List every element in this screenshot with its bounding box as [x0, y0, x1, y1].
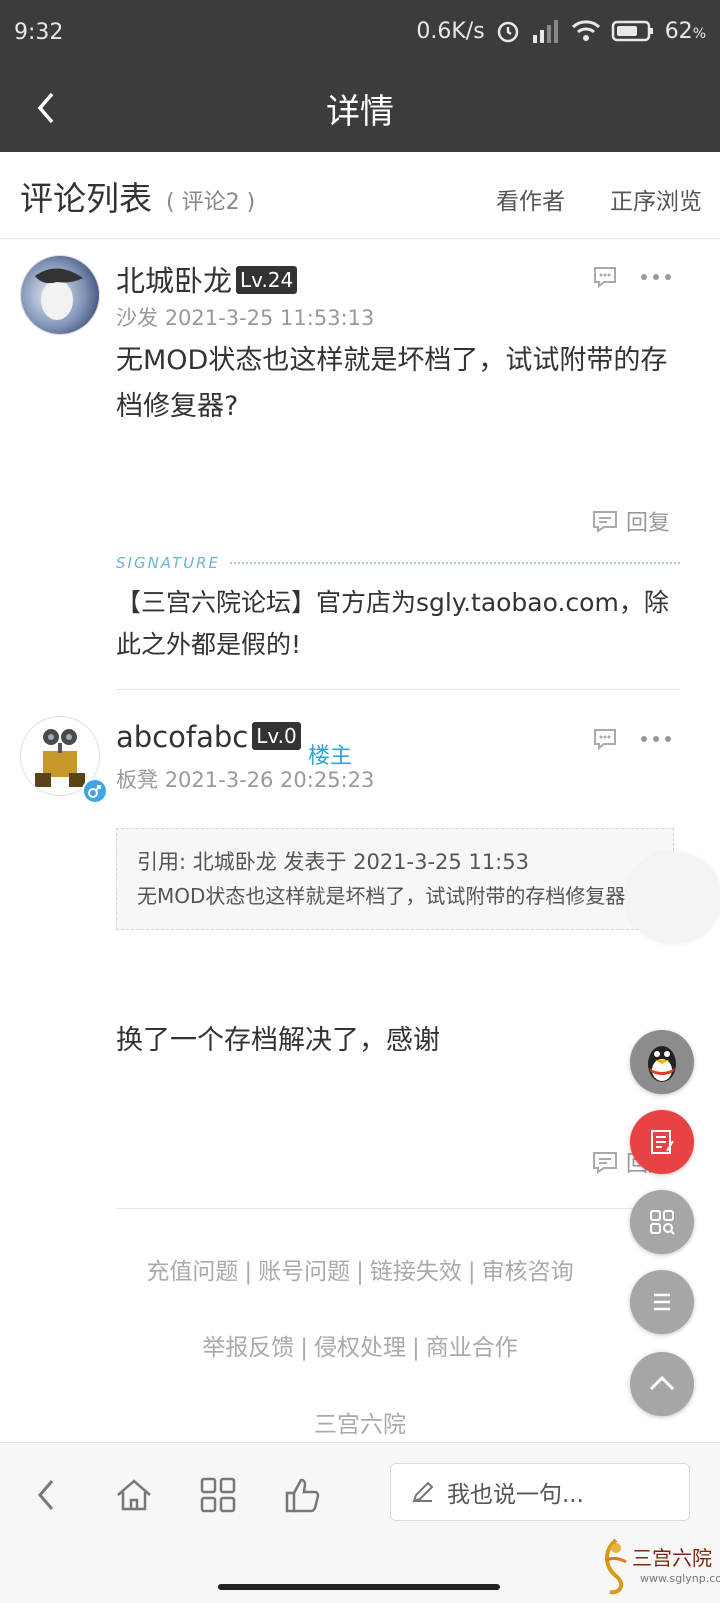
signal-icon	[532, 20, 558, 43]
thumbs-up-icon[interactable]	[282, 1475, 322, 1515]
alarm-icon	[497, 21, 518, 43]
watermark-name: 三宫六院	[632, 1546, 712, 1570]
network-speed: 0.6K/s	[416, 18, 485, 44]
post-meta: 沙发 2021-3-25 11:53:13	[116, 302, 374, 332]
scroll-top-button[interactable]	[630, 1352, 694, 1416]
page-title: 详情	[326, 92, 394, 132]
battery-level: 62	[664, 18, 693, 44]
divider	[116, 1208, 680, 1209]
username-text: abcofabc	[116, 720, 249, 754]
status-time: 9:32	[14, 20, 64, 45]
signature-label: SIGNATURE	[116, 554, 680, 572]
watermark-logo	[605, 1538, 627, 1595]
footer-link[interactable]: 举报反馈	[202, 1335, 294, 1361]
signature: SIGNATURE 【三宫六院论坛】官方店为sgly.taobao.com，除此…	[116, 554, 680, 666]
comment-list-title: 评论列表	[20, 179, 152, 218]
footer-links-row-2: 举报反馈 | 侵权处理 | 商业合作	[202, 1335, 518, 1361]
post-time: 2021-3-26 20:25:23	[164, 768, 375, 792]
menu-button[interactable]	[630, 1270, 694, 1334]
post-meta: 板凳 2021-3-26 20:25:23	[116, 764, 374, 794]
post-content: 无MOD状态也这样就是坏档了，试试附带的存档修复器?	[116, 345, 668, 422]
home-indicator[interactable]	[218, 1584, 500, 1590]
chevron-up-icon	[649, 1375, 675, 1391]
qq-button[interactable]	[630, 1030, 694, 1094]
divider	[116, 689, 680, 690]
post-content: 换了一个存档解决了，感谢	[116, 1025, 440, 1056]
floating-handle[interactable]	[626, 852, 720, 944]
floor-label: 沙发	[116, 306, 158, 330]
footer-links-row-1: 充值问题 | 账号问题 | 链接失效 | 审核咨询	[146, 1259, 574, 1285]
write-post-button[interactable]	[630, 1110, 694, 1174]
footer-link[interactable]: 充值问题	[146, 1259, 238, 1285]
footer-link[interactable]: 商业合作	[426, 1335, 518, 1361]
reply-icon	[592, 511, 617, 533]
status-bar: 9:32 0.6K/s 62%	[0, 0, 720, 64]
reply-icon	[592, 1152, 617, 1174]
footer-link[interactable]: 链接失效	[370, 1259, 462, 1285]
post-time: 2021-3-25 11:53:13	[164, 306, 375, 330]
reply-button[interactable]: 回复	[592, 505, 670, 537]
site-watermark: 三宫六院 www.sglynp.com	[596, 1536, 720, 1596]
footer-link[interactable]: 侵权处理	[314, 1335, 406, 1361]
quote-block: 引用: 北城卧龙 发表于 2021-3-25 11:53 无MOD状态也这样就是…	[116, 828, 674, 930]
comment-input[interactable]: 我也说一句...	[390, 1463, 690, 1521]
order-button[interactable]: 正序浏览	[610, 182, 702, 216]
more-icon[interactable]	[640, 734, 672, 744]
quote-text: 无MOD状态也这样就是坏档了，试试附带的存档修复器?	[137, 884, 637, 908]
watermark-url: www.sglynp.com	[640, 1572, 720, 1585]
status-icons: 0.6K/s 62%	[416, 18, 706, 44]
signature-text: 【三宫六院论坛】官方店为sgly.taobao.com，除此之外都是假的!	[116, 588, 669, 659]
username[interactable]: 北城卧龙 Lv.24	[116, 258, 298, 300]
username[interactable]: abcofabc Lv.0	[116, 720, 301, 754]
home-icon[interactable]	[114, 1475, 154, 1515]
footer-site-name: 三宫六院	[314, 1412, 406, 1438]
menu-icon	[654, 1293, 670, 1311]
footer-link[interactable]: 账号问题	[258, 1259, 350, 1285]
male-gender-icon	[82, 778, 108, 804]
quote-header: 引用: 北城卧龙 发表于 2021-3-25 11:53	[137, 850, 529, 874]
footer-link[interactable]: 审核咨询	[482, 1259, 574, 1285]
reply-label: 回复	[625, 511, 670, 536]
comment-icon[interactable]	[592, 264, 618, 290]
more-icon[interactable]	[640, 272, 672, 282]
nav-bar: 详情	[0, 64, 720, 152]
qq-penguin-icon	[648, 1046, 676, 1082]
level-badge: Lv.24	[236, 266, 298, 294]
author-only-button[interactable]: 看作者	[496, 182, 565, 216]
username-text: 北城卧龙	[116, 264, 233, 298]
comment-list-header: 评论列表 ( 评论2 ) 看作者 正序浏览	[0, 152, 720, 239]
wifi-icon	[571, 20, 600, 41]
battery-icon	[611, 20, 653, 42]
comment-count: ( 评论2 )	[166, 190, 256, 215]
grid-menu-button[interactable]	[630, 1190, 694, 1254]
grid-icon	[650, 1210, 675, 1235]
avatar[interactable]	[20, 255, 100, 335]
pencil-icon	[412, 1481, 434, 1503]
level-badge: Lv.0	[252, 722, 301, 750]
edit-note-icon	[651, 1130, 674, 1154]
comment-input-placeholder: 我也说一句...	[447, 1482, 584, 1508]
grid-icon[interactable]	[198, 1475, 238, 1515]
floor-label: 板凳	[116, 768, 158, 792]
back-icon[interactable]	[32, 1475, 62, 1515]
comment-icon[interactable]	[592, 726, 618, 752]
